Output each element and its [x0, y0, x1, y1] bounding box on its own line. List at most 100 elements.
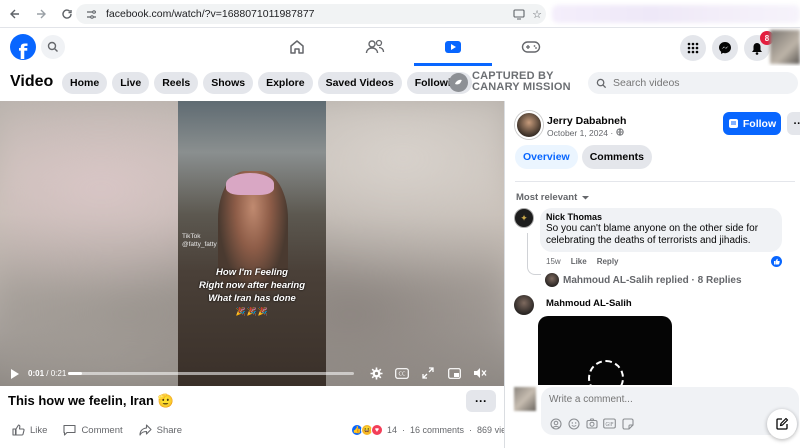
camera-icon[interactable]: [585, 417, 598, 430]
notifications-button[interactable]: 8: [744, 31, 774, 61]
friends-icon: [365, 39, 385, 54]
forward-icon[interactable]: [30, 3, 52, 25]
url-text[interactable]: facebook.com/watch/?v=1688071011987877: [106, 8, 510, 20]
thumbs-up-icon: [774, 258, 780, 265]
comment-reply-link[interactable]: Reply: [597, 257, 619, 266]
comment-age[interactable]: 15w: [546, 257, 561, 266]
play-button[interactable]: [8, 367, 22, 381]
sticker-icon[interactable]: [621, 417, 634, 430]
video-player[interactable]: TikTok @fatty_fatty How I'm Feeling Righ…: [0, 101, 504, 386]
comment-like-link[interactable]: Like: [571, 257, 587, 266]
video-navbar: Video Home Live Reels Shows Explore Save…: [0, 66, 800, 100]
post-date[interactable]: October 1, 2024 ·: [547, 128, 624, 138]
settings-gear-icon[interactable]: [368, 365, 384, 381]
sort-dropdown[interactable]: Most relevant: [516, 192, 590, 203]
time-display: 0:01 / 0:21: [28, 369, 66, 378]
emoji-icon[interactable]: [567, 417, 580, 430]
avatar-sticker-icon[interactable]: [549, 417, 562, 430]
extensions-area: [552, 5, 800, 23]
video-nav-pills: Home Live Reels Shows Explore Saved Vide…: [62, 72, 472, 94]
separator-dot: ·: [402, 425, 406, 435]
comment-button[interactable]: Comment: [63, 424, 123, 436]
poster-name[interactable]: Jerry Dababneh: [547, 115, 626, 127]
search-videos-input[interactable]: [613, 77, 783, 89]
gif-icon[interactable]: GIF: [603, 417, 616, 430]
like-button[interactable]: Like: [12, 424, 47, 436]
tab-home[interactable]: [258, 28, 336, 66]
comment-video-attachment[interactable]: [538, 316, 672, 396]
tab-overview[interactable]: Overview: [515, 145, 578, 169]
comments-panel: Jerry Dababneh October 1, 2024 · Follow …: [504, 101, 800, 448]
pill-saved-videos[interactable]: Saved Videos: [317, 72, 402, 94]
share-icon: [139, 424, 152, 436]
picture-in-picture-icon[interactable]: [446, 365, 462, 381]
view-replies-link[interactable]: Mahmoud AL-Salih replied · 8 Replies: [545, 273, 742, 287]
comment-input[interactable]: [549, 394, 769, 405]
video-controls: 0:01 / 0:21 CC: [0, 361, 504, 386]
follow-label: Follow: [742, 117, 777, 130]
account-avatar[interactable]: [770, 30, 800, 64]
pill-live[interactable]: Live: [112, 72, 150, 94]
header-right-actions: 8: [680, 31, 774, 61]
page-title: Video: [10, 73, 54, 90]
back-icon[interactable]: [4, 3, 26, 25]
video-frame[interactable]: TikTok @fatty_fatty How I'm Feeling Righ…: [178, 101, 326, 386]
share-button[interactable]: Share: [139, 424, 182, 436]
comment-box[interactable]: GIF: [541, 387, 799, 435]
caption-line3: What Iran has done: [208, 293, 296, 304]
follow-button[interactable]: Follow: [723, 112, 781, 135]
pill-explore[interactable]: Explore: [258, 72, 313, 94]
address-bar[interactable]: facebook.com/watch/?v=1688071011987877 ☆: [76, 4, 546, 24]
love-reaction-icon: ♥: [371, 424, 383, 436]
comment-label: Comment: [81, 424, 123, 436]
watermark-text: CAPTURED BY CANARY MISSION: [472, 71, 571, 93]
panel-more-button[interactable]: ···: [787, 112, 800, 135]
site-info-icon[interactable]: [84, 7, 98, 21]
reaction-summary[interactable]: 👍 😆 ♥ 14 · 16 comments · 869 views: [351, 424, 517, 436]
like-label: Like: [30, 424, 48, 436]
bookmark-star-icon[interactable]: ☆: [528, 5, 546, 23]
tiktok-handle: @fatty_fatty: [182, 241, 217, 248]
progress-bar[interactable]: [68, 372, 354, 375]
pill-home[interactable]: Home: [62, 72, 108, 94]
comment-avatar[interactable]: ✦: [514, 208, 534, 228]
search-icon: [47, 41, 58, 52]
video-caption: How I'm Feeling Right now after hearing …: [178, 266, 326, 305]
main-nav: [258, 28, 570, 66]
video-hat-shape: [226, 173, 274, 195]
tab-video[interactable]: [414, 28, 492, 66]
tab-comments[interactable]: Comments: [581, 145, 652, 169]
volume-muted-icon[interactable]: [472, 365, 488, 381]
video-more-button[interactable]: ···: [466, 390, 496, 412]
follow-icon: [728, 119, 738, 128]
home-icon: [290, 40, 304, 54]
tab-gaming[interactable]: [492, 28, 570, 66]
facebook-header: f 8: [0, 28, 800, 66]
total-time: / 0:21: [46, 369, 67, 378]
progress-fill: [68, 372, 83, 375]
messenger-button[interactable]: [712, 35, 738, 61]
facebook-search-button[interactable]: [41, 35, 65, 59]
captions-icon[interactable]: CC: [394, 365, 410, 381]
sort-label: Most relevant: [516, 192, 578, 203]
caption-line2: Right now after hearing: [198, 280, 306, 291]
pill-reels[interactable]: Reels: [154, 72, 199, 94]
reply-summary: Mahmoud AL-Salih replied · 8 Replies: [563, 274, 742, 286]
gaming-icon: [521, 41, 541, 53]
expand-icon[interactable]: [420, 365, 436, 381]
tab-friends[interactable]: [336, 28, 414, 66]
facebook-logo[interactable]: f: [10, 34, 36, 60]
new-message-button[interactable]: [767, 409, 797, 439]
comments-count[interactable]: 16 comments: [410, 425, 464, 435]
comment-avatar[interactable]: [514, 295, 534, 315]
svg-text:CC: CC: [399, 371, 406, 377]
reload-icon[interactable]: [56, 3, 78, 25]
comment-author[interactable]: Nick Thomas: [546, 212, 776, 222]
poster-avatar[interactable]: [515, 111, 543, 139]
menu-button[interactable]: [680, 35, 706, 61]
comment-author[interactable]: Mahmoud AL-Salih: [546, 298, 632, 309]
video-search[interactable]: [588, 72, 798, 94]
install-app-icon[interactable]: [510, 5, 528, 23]
pill-shows[interactable]: Shows: [203, 72, 254, 94]
comment-icon: [63, 424, 76, 436]
